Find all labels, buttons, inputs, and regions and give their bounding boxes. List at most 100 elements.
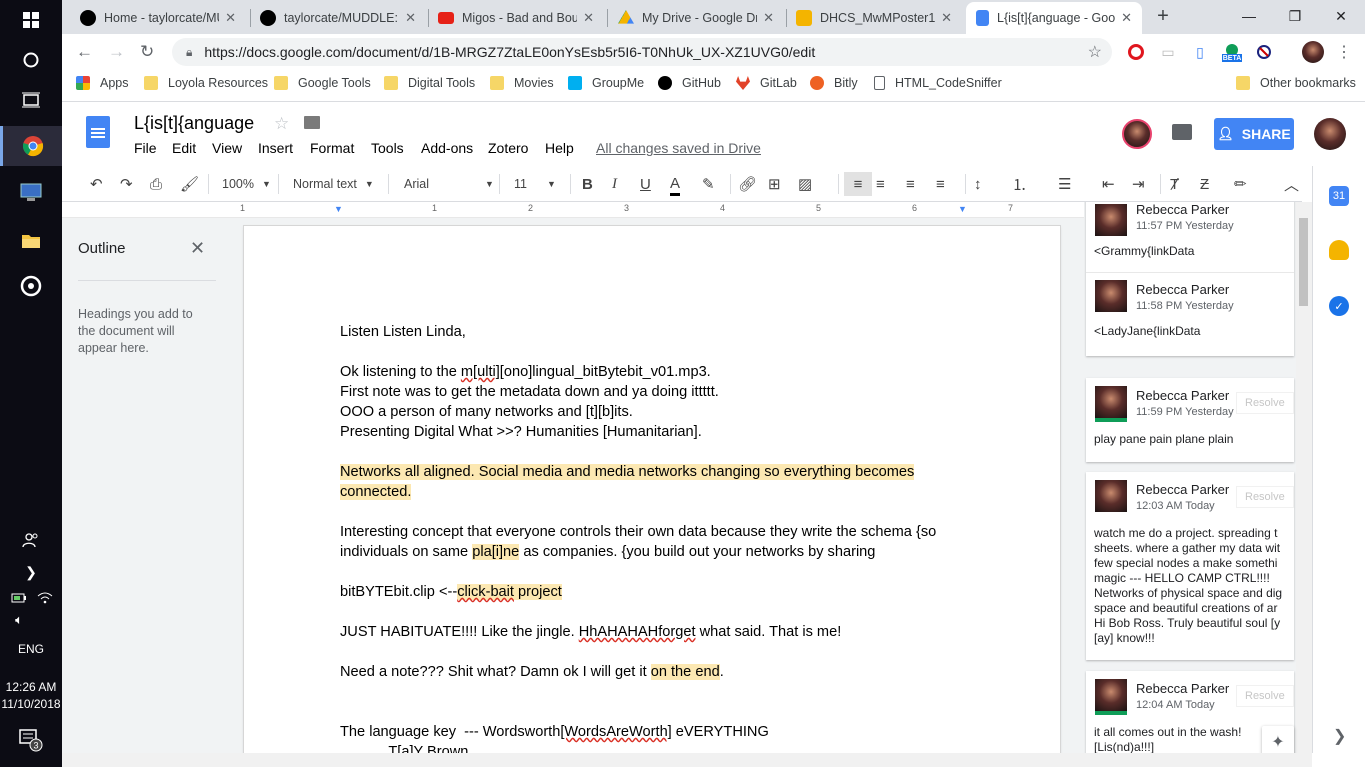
menu-file[interactable]: File	[134, 140, 157, 156]
left-indent-marker-icon[interactable]: ▼	[334, 204, 343, 214]
groove-music-icon[interactable]	[0, 266, 62, 306]
font-size-select[interactable]: 11 ▼	[514, 174, 556, 194]
block-extension-icon[interactable]	[1254, 42, 1274, 62]
bookmark-folder[interactable]: Digital Tools	[384, 76, 475, 90]
docs-home-icon[interactable]	[86, 116, 110, 148]
save-status[interactable]: All changes saved in Drive	[596, 140, 761, 156]
paragraph[interactable]: Ok listening to the m[ulti][ono]lingual_…	[340, 362, 960, 382]
menu-format[interactable]: Format	[310, 140, 354, 156]
menu-zotero[interactable]: Zotero	[488, 140, 528, 156]
justify-icon[interactable]: ≡	[936, 174, 945, 194]
document-page[interactable]: Listen Listen Linda, Ok listening to the…	[244, 226, 1060, 766]
file-explorer-icon[interactable]	[0, 220, 62, 260]
redo-icon[interactable]: ↷	[120, 174, 133, 194]
paragraph[interactable]: Need a note??? Shit what? Damn ok I will…	[340, 662, 960, 682]
italic-icon[interactable]: I	[612, 174, 617, 194]
profile-avatar[interactable]	[1302, 41, 1324, 63]
clear-formatting-icon[interactable]: Ⱦ	[1170, 174, 1179, 194]
editing-mode-icon[interactable]: ✏︎	[1234, 174, 1247, 194]
zoom-select[interactable]: 100% ▼	[222, 174, 271, 194]
bookmark-folder[interactable]: Google Tools	[274, 76, 371, 90]
text-color-icon[interactable]: A	[670, 174, 681, 196]
menu-edit[interactable]: Edit	[172, 140, 196, 156]
scrollbar-thumb[interactable]	[1299, 218, 1308, 306]
calendar-icon[interactable]: 31	[1329, 186, 1349, 206]
remote-desktop-icon[interactable]	[0, 172, 62, 212]
comment-thread[interactable]: Rebecca Parker 12:03 AM Today Resolve wa…	[1086, 472, 1294, 660]
star-icon[interactable]: ☆	[274, 114, 289, 134]
paragraph[interactable]: bitBYTEbit.clip <--click-bait project	[340, 582, 960, 602]
close-tab-icon[interactable]: ✕	[225, 10, 236, 26]
paragraph[interactable]: individuals on same pla[i]ne as companie…	[340, 542, 960, 562]
share-button[interactable]: 👤︎ SHARE	[1214, 118, 1294, 150]
numbered-list-icon[interactable]: ⒈	[1012, 174, 1027, 194]
align-center-icon[interactable]: ≡	[876, 174, 885, 194]
chrome-taskbar-icon[interactable]	[0, 126, 62, 166]
strikethrough-icon[interactable]: Ƶ	[1200, 174, 1209, 194]
browser-tab[interactable]: My Drive - Google Dr ✕	[608, 2, 784, 34]
browser-tab-active[interactable]: L{is[t]{anguage - Goo ✕	[966, 2, 1142, 34]
document-body[interactable]: Listen Listen Linda, Ok listening to the…	[340, 322, 960, 762]
align-right-icon[interactable]: ≡	[906, 174, 915, 194]
comment-thread[interactable]: Rebecca Parker 11:57 PM Yesterday <Gramm…	[1086, 202, 1294, 356]
paragraph[interactable]: Listen Listen Linda,	[340, 322, 960, 342]
browser-tab[interactable]: Migos - Bad and Bou ✕	[428, 2, 604, 34]
clock-time[interactable]: 12:26 AM	[0, 680, 62, 695]
decrease-indent-icon[interactable]: ⇤	[1102, 174, 1115, 194]
bookmark-star-icon[interactable]: ☆	[1088, 42, 1102, 62]
print-icon[interactable]: ⎙	[150, 174, 162, 194]
bookmark-apps[interactable]: Apps	[76, 76, 129, 90]
paint-format-icon[interactable]: 🖌︎	[180, 174, 199, 194]
chrome-menu-icon[interactable]: ⋮	[1334, 42, 1354, 62]
bookmark-codesniffer[interactable]: HTML_CodeSniffer	[874, 76, 1002, 90]
collapse-toolbar-icon[interactable]: ︿	[1284, 174, 1299, 194]
bookmark-gitlab[interactable]: GitLab	[736, 76, 797, 90]
bookmark-folder[interactable]: Loyola Resources	[144, 76, 268, 90]
right-indent-marker-icon[interactable]: ▼	[958, 204, 967, 214]
horizontal-scrollbar[interactable]	[62, 753, 1312, 767]
bookmark-bitly[interactable]: Bitly	[810, 76, 858, 90]
line-spacing-icon[interactable]: ↕	[974, 174, 982, 194]
back-arrow-icon[interactable]: ←	[76, 42, 93, 62]
other-bookmarks[interactable]: Other bookmarks	[1236, 76, 1356, 90]
paragraph[interactable]: OOO a person of many networks and [t][b]…	[340, 402, 960, 422]
close-tab-icon[interactable]: ✕	[1121, 10, 1132, 26]
minimize-icon[interactable]: —	[1226, 0, 1272, 32]
reload-icon[interactable]: ↻	[140, 42, 154, 62]
menu-insert[interactable]: Insert	[258, 140, 293, 156]
new-tab-plus-icon[interactable]: +	[1148, 0, 1178, 32]
close-outline-icon[interactable]: ✕	[190, 238, 205, 259]
resolve-button[interactable]: Resolve	[1236, 392, 1294, 414]
menu-help[interactable]: Help	[545, 140, 574, 156]
insert-image-icon[interactable]: ▨	[798, 174, 812, 194]
tasks-icon[interactable]: ✓	[1329, 296, 1349, 316]
opera-extension-icon[interactable]	[1126, 42, 1146, 62]
font-select[interactable]: Arial ▼	[404, 174, 494, 194]
close-window-icon[interactable]: ✕	[1318, 0, 1364, 32]
bold-icon[interactable]: B	[582, 174, 593, 194]
expand-side-panel-chevron-icon[interactable]: ❯	[1333, 726, 1346, 746]
paragraph[interactable]: Presenting Digital What >>? Humanities […	[340, 422, 960, 442]
align-left-icon[interactable]: ≡	[844, 172, 872, 196]
resolve-button[interactable]: Resolve	[1236, 486, 1294, 508]
clock-date[interactable]: 11/10/2018	[0, 697, 62, 712]
close-tab-icon[interactable]: ✕	[583, 10, 594, 26]
bulleted-list-icon[interactable]: ☰	[1058, 174, 1071, 194]
paragraph[interactable]: Interesting concept that everyone contro…	[340, 522, 960, 542]
vertical-scrollbar[interactable]	[1296, 202, 1312, 753]
highlight-color-icon[interactable]: ✎	[702, 174, 715, 194]
undo-icon[interactable]: ↶	[90, 174, 103, 194]
close-tab-icon[interactable]: ✕	[763, 10, 774, 26]
underline-icon[interactable]: U	[640, 174, 651, 194]
action-center-icon[interactable]: 3	[0, 720, 62, 760]
move-folder-icon[interactable]	[304, 116, 320, 129]
browser-tab[interactable]: DHCS_MwMPoster1 - ✕	[786, 2, 962, 34]
comment-extension-icon[interactable]: ▭	[1158, 42, 1178, 62]
close-tab-icon[interactable]: ✕	[941, 10, 952, 26]
paragraph-highlighted[interactable]: Networks all aligned. Social media and m…	[340, 462, 960, 482]
insert-comment-icon[interactable]: ⊞	[768, 174, 781, 194]
paragraph[interactable]: The language key --- Wordsworth[WordsAre…	[340, 722, 960, 742]
task-view-icon[interactable]	[0, 80, 62, 120]
browser-tab[interactable]: Home - taylorcate/MU ✕	[70, 2, 246, 34]
keep-icon[interactable]	[1329, 240, 1349, 260]
